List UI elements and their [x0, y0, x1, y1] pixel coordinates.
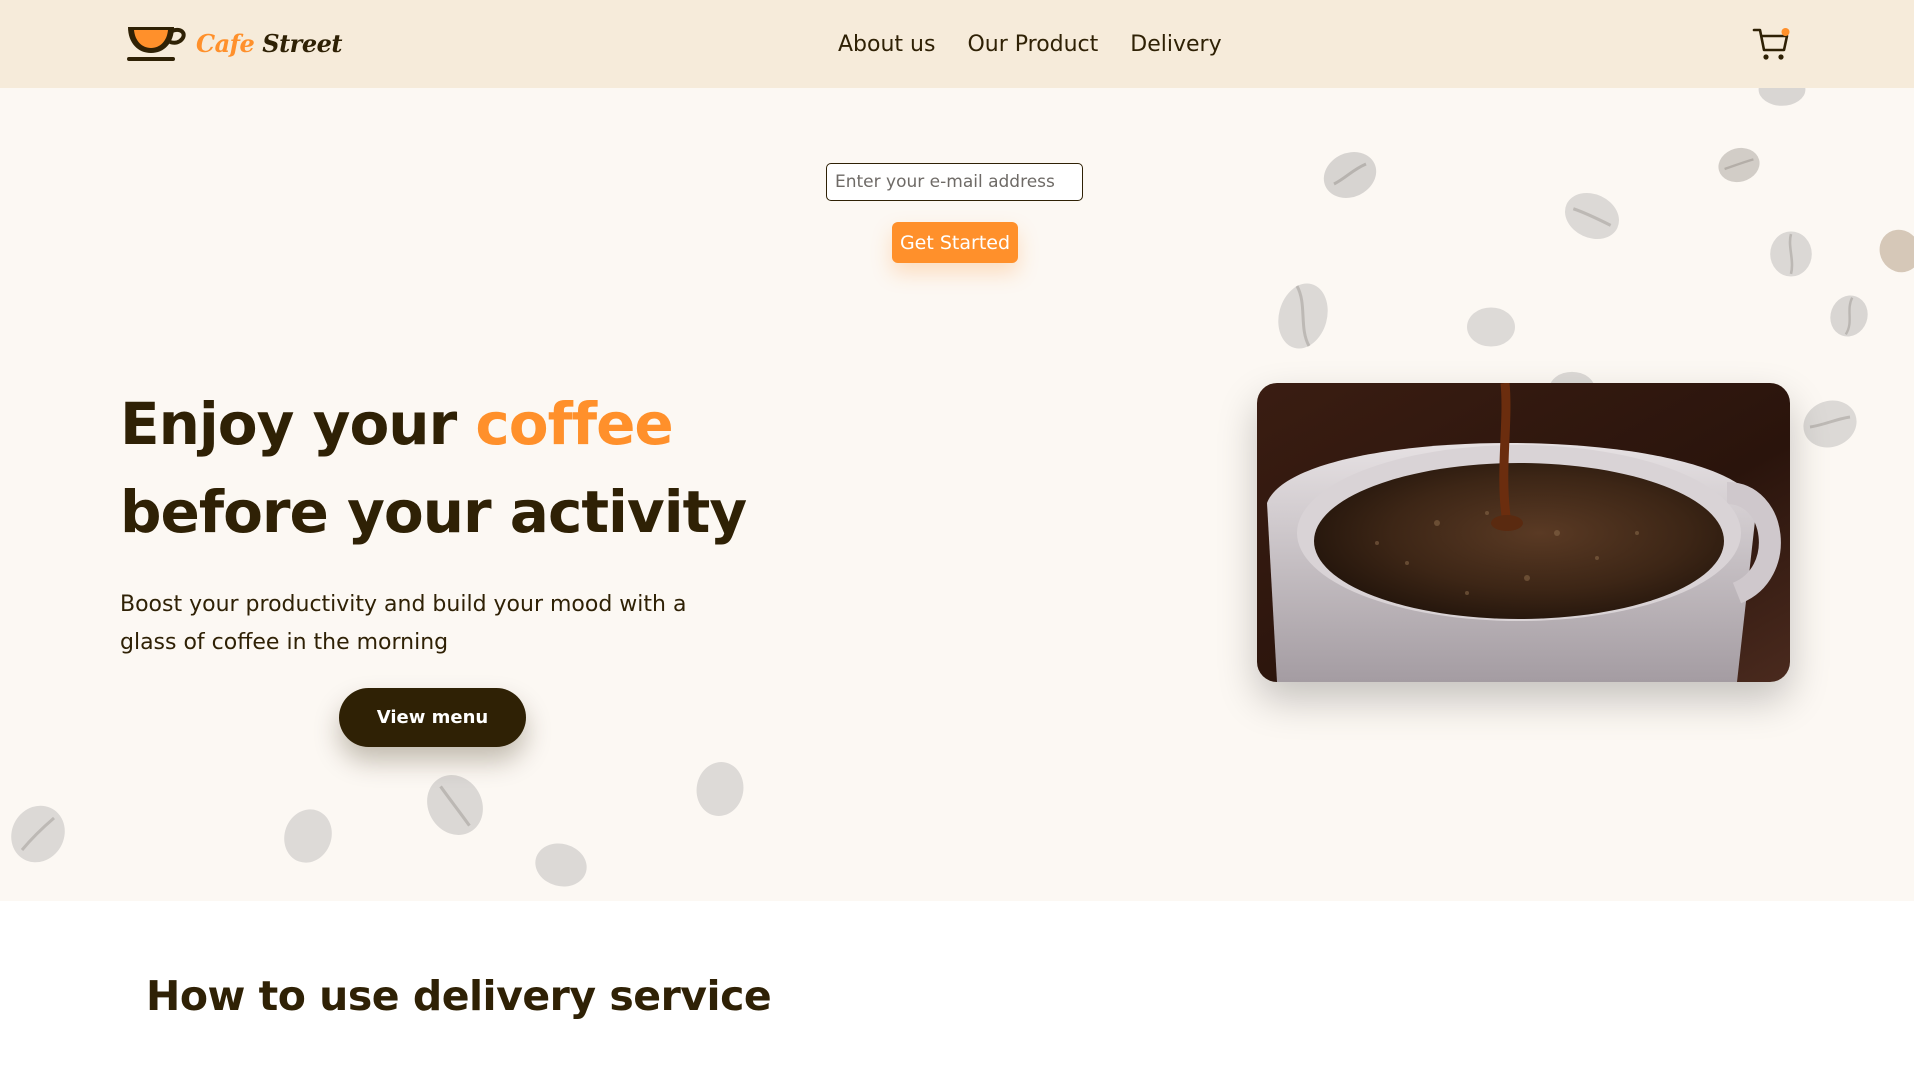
coffee-bean-decoration: [1830, 295, 1868, 337]
hero-title-line1: Enjoy your: [120, 390, 476, 458]
coffee-cup-logo-icon: [127, 27, 186, 61]
hero-title: Enjoy your coffee before your activity: [120, 380, 920, 556]
coffee-bean-decoration: [1323, 152, 1377, 198]
main-nav: About us Our Product Delivery: [838, 0, 1222, 88]
shopping-cart-icon: [1752, 28, 1790, 60]
coffee-bean-decoration: [1467, 307, 1515, 347]
coffee-bean-decoration: [1278, 283, 1328, 349]
coffee-bean-decoration: [1803, 400, 1857, 448]
cart-button[interactable]: [1752, 26, 1790, 62]
coffee-bean-decoration: [11, 805, 65, 863]
nav-link-our-product[interactable]: Our Product: [967, 32, 1098, 57]
get-started-button[interactable]: Get Started: [892, 222, 1018, 263]
coffee-bean-decoration: [535, 843, 587, 887]
hero-coffee-image: [1257, 383, 1790, 682]
coffee-bean-decoration: [1718, 147, 1760, 183]
coffee-cup-photo: [1257, 383, 1790, 682]
view-menu-button[interactable]: View menu: [339, 688, 526, 747]
hero-subtitle: Boost your productivity and build your m…: [120, 592, 687, 655]
coffee-bean-decoration: [284, 809, 332, 863]
hero-title-accent-word: coffee: [475, 390, 673, 458]
top-navbar: Cafe Street About us Our Product Deliver…: [0, 0, 1914, 88]
logo-text-street: Street: [262, 28, 342, 58]
coffee-bean-decoration: [696, 762, 744, 816]
coffee-bean-decoration: [427, 775, 483, 835]
nav-link-about-us[interactable]: About us: [838, 32, 935, 57]
coffee-bean-decoration: [1879, 229, 1914, 273]
email-input[interactable]: [826, 163, 1083, 201]
cart-badge-dot: [1781, 28, 1790, 36]
coffee-bean-decoration: [1565, 192, 1619, 240]
logo-text-cafe: Cafe: [196, 28, 255, 58]
cafe-street-logo[interactable]: Cafe Street: [124, 20, 342, 66]
hero-title-line2: before your activity: [120, 478, 747, 546]
coffee-bean-decoration: [1758, 88, 1806, 106]
coffee-bean-decoration: [1770, 231, 1812, 277]
delivery-section-title: How to use delivery service: [146, 972, 772, 1020]
nav-link-delivery[interactable]: Delivery: [1130, 32, 1221, 57]
hero-section: Get Started Enjoy your coffee before you…: [0, 88, 1914, 901]
